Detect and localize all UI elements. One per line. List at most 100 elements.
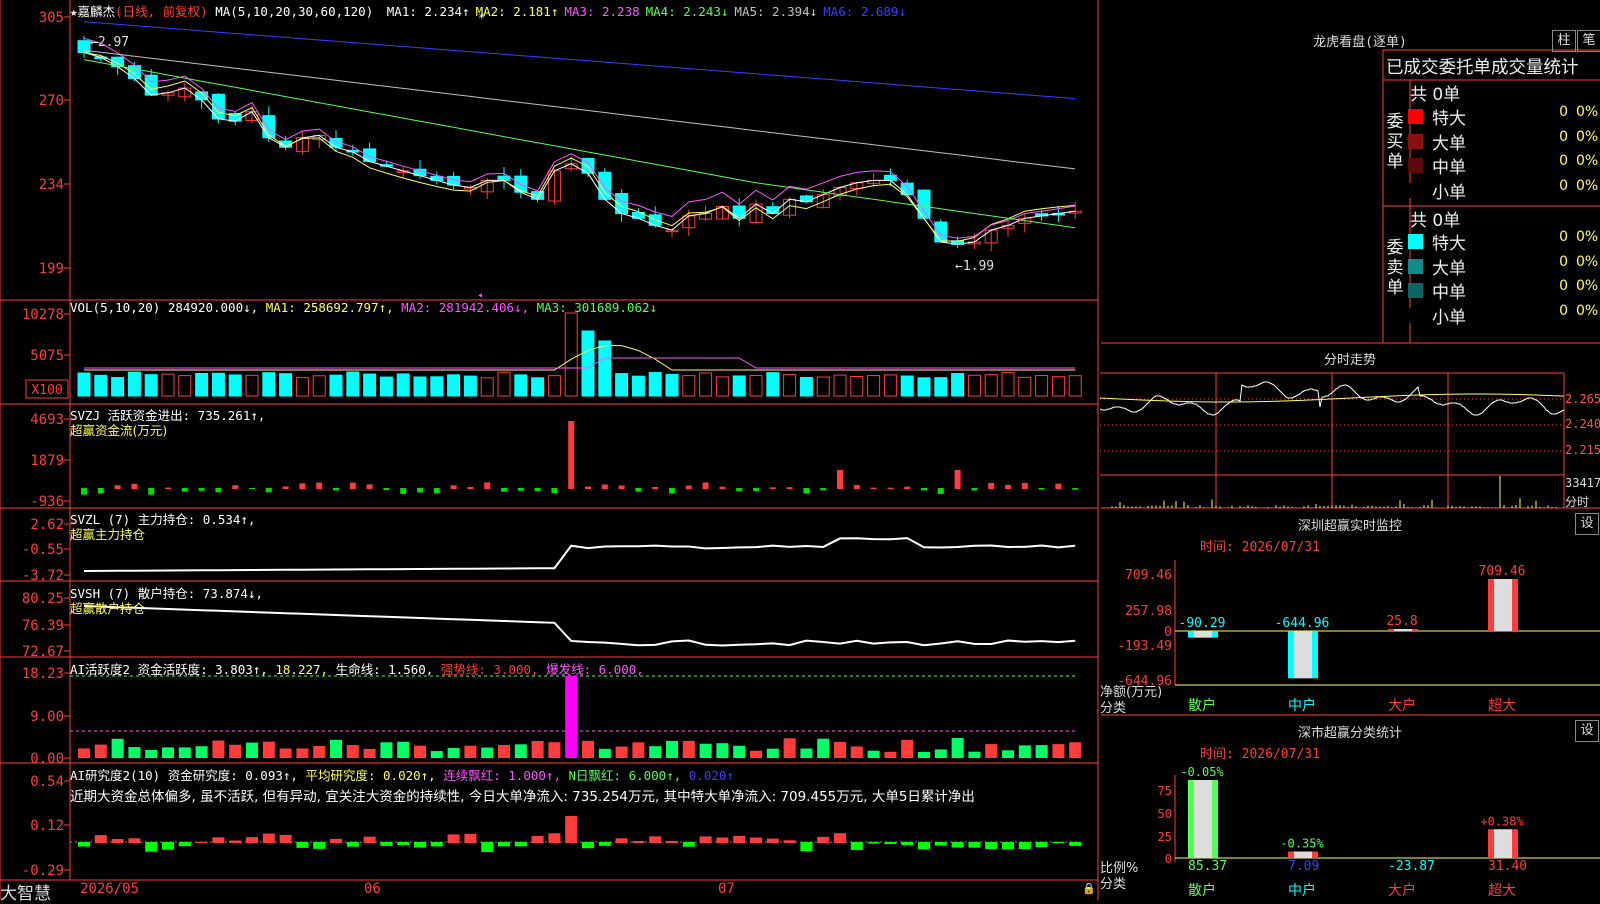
svzj-bar <box>585 486 591 489</box>
ai-research-bar <box>1018 842 1031 849</box>
svzj-bar <box>904 486 911 489</box>
svzj-bar <box>383 488 390 491</box>
vol-ma1: MA1: 258692.797↑, <box>265 300 394 315</box>
sz-class-bar-inner-3 <box>1494 829 1512 858</box>
svzj-bar <box>786 487 793 489</box>
vol-ma2: MA2: 281942.406↓, <box>401 300 530 315</box>
svzj-bar <box>450 485 457 489</box>
sz-monitor-bar-inner-0 <box>1194 631 1212 638</box>
ai-research-bar <box>498 842 510 847</box>
ai-active-bar <box>195 746 208 758</box>
ai-active-bar <box>1069 742 1082 758</box>
svzj-bar <box>349 482 356 489</box>
volume-bar <box>447 374 461 397</box>
candlesticks <box>77 36 1082 252</box>
volume-bar <box>94 374 108 397</box>
ai-active-bar <box>615 746 628 758</box>
ai-research-bar <box>447 834 460 843</box>
ai-research-bar <box>1069 842 1082 846</box>
volume-bar <box>312 375 326 397</box>
ai-research-bar <box>800 842 813 852</box>
ai-research-bar <box>397 842 410 846</box>
svzj-bar <box>736 488 743 491</box>
svzj-bar <box>1072 488 1079 490</box>
svsh-axis-0: 80.25 <box>22 591 64 607</box>
sz-class-settings-button[interactable]: 设 <box>1575 720 1599 742</box>
sz-monitor-cat-3: 超大 <box>1488 698 1516 714</box>
ai-active-bar <box>296 748 309 758</box>
bar-view-button[interactable]: 柱 <box>1552 30 1576 52</box>
volume-bar <box>1001 372 1015 397</box>
volume-bar <box>699 372 713 397</box>
sz-class-bar-inner-1 <box>1294 851 1312 858</box>
svzj-axis-1: 1879 <box>30 453 64 469</box>
stock-name[interactable]: 嘉麟杰 <box>78 4 116 19</box>
sz-class-yaxis-1: 50 <box>1158 807 1172 821</box>
ai-research-bar <box>985 842 998 850</box>
order-pct: 0% <box>1576 153 1599 169</box>
svzj-bar <box>870 487 877 489</box>
ai-active-bar <box>750 750 762 758</box>
sz-monitor-yaxis-3: -193.49 <box>1117 639 1172 654</box>
ai-active-bar <box>212 740 225 758</box>
svzj-bar <box>618 485 625 489</box>
date-label-may: 2026/05 <box>80 881 140 897</box>
ai-research-value: AI研究度2(10) 资金研究度: 0.093↑, <box>70 768 298 783</box>
ma-value-5: MA5: 2.394↓ <box>734 4 818 19</box>
price-axis-2: 234 <box>39 177 64 193</box>
ai-research-bar <box>716 837 729 843</box>
buy-row-2: 大单 0 0% <box>1408 129 1598 154</box>
svzj-bar <box>181 488 188 492</box>
vol-value: 284920.000↓, <box>167 300 259 315</box>
color-swatch <box>1408 307 1423 323</box>
ai-active-bar <box>111 738 124 758</box>
buy-row-1: 特大 0 0% <box>1408 104 1598 129</box>
sz-monitor-settings-button[interactable]: 设 <box>1575 513 1599 535</box>
volume-bar <box>547 375 561 397</box>
ai-active-bar <box>817 738 830 758</box>
ai-research-avg: 平均研究度: 0.020↑, <box>305 768 436 783</box>
ai-research-axis-1: 0.12 <box>30 818 64 834</box>
buy-label-char-1: 委 <box>1386 112 1404 132</box>
ai-research-bar <box>178 842 191 847</box>
ai-active-bar <box>834 741 846 758</box>
volume-bar <box>413 376 427 397</box>
ai-research-bar <box>464 833 477 843</box>
lhb-title: 龙虎看盘(逐单) <box>1313 35 1407 50</box>
ai-active-bar <box>632 742 645 758</box>
volume-bar <box>615 373 629 397</box>
ai-active-bar <box>430 751 443 758</box>
volume-bar <box>531 377 545 397</box>
ai-active-bar <box>548 742 561 758</box>
ai-active-bar <box>363 748 376 758</box>
order-count: 0 <box>1559 302 1568 319</box>
ai-active-bar <box>78 748 90 758</box>
ai-research-bar <box>850 842 863 850</box>
ai-active-bar <box>380 742 393 758</box>
svzj-bar <box>501 488 507 492</box>
sz-class-title: 深市超赢分类统计 <box>1297 726 1402 741</box>
volume-bar <box>463 375 477 397</box>
sell-row-2: 大单 0 0% <box>1408 254 1598 279</box>
svzj-bar <box>1038 488 1045 490</box>
svzj-axis-2: -936 <box>30 494 64 510</box>
sell-orders-label: 委 卖 单 <box>1385 238 1405 298</box>
svzj-bar <box>601 484 608 489</box>
ai-active-bar <box>716 743 729 758</box>
ai-research-bar <box>246 837 258 843</box>
order-count: 0 <box>1559 278 1568 294</box>
lock-icon[interactable]: 🔒 <box>1082 882 1096 895</box>
volume-bar <box>1051 376 1065 397</box>
ai-active-bar <box>464 745 477 758</box>
period-label[interactable]: (日线, 前复权) <box>115 4 208 19</box>
ma-value-6: MA6: 2.689↓ <box>823 4 907 19</box>
svzj-bar <box>803 488 810 494</box>
svzj-bar <box>148 488 155 495</box>
ai-research-bar <box>111 839 124 843</box>
ai-active-bars <box>78 676 1082 758</box>
volume-bar <box>329 374 343 397</box>
tick-view-button[interactable]: 笔 <box>1577 30 1600 52</box>
ai-active-axis-1: 9.00 <box>30 709 64 725</box>
vol-axis-1: 5075 <box>30 348 64 364</box>
ai-active-bar <box>682 740 695 758</box>
